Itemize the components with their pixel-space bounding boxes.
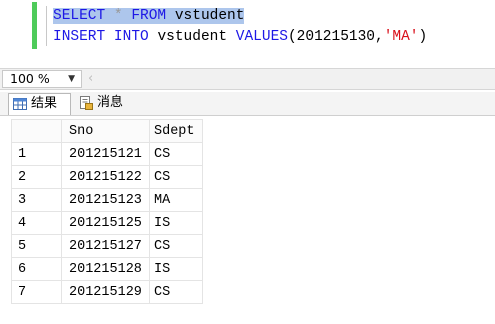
cell-sno[interactable]: 201215129: [61, 280, 150, 304]
keyword-from: FROM: [131, 8, 167, 24]
table-row: 1 201215121 CS: [11, 142, 203, 166]
chevron-down-icon[interactable]: ▼: [68, 71, 75, 87]
cell-sdept[interactable]: MA: [149, 188, 203, 212]
cell-sdept[interactable]: IS: [149, 257, 203, 281]
tab-results[interactable]: 结果: [8, 93, 71, 115]
table-row: 5 201215127 CS: [11, 234, 203, 258]
results-grid-pane: Sno Sdept 1 201215121 CS 2 201215122 CS …: [0, 116, 495, 324]
row-number[interactable]: 5: [11, 234, 62, 258]
column-header-sdept[interactable]: Sdept: [149, 119, 203, 143]
row-number[interactable]: 7: [11, 280, 62, 304]
close-paren: ): [418, 29, 428, 45]
grid-icon: [13, 98, 27, 110]
cell-sno[interactable]: 201215123: [61, 188, 150, 212]
zoom-dropdown[interactable]: 100 % ▼: [2, 70, 82, 88]
cell-sno[interactable]: 201215125: [61, 211, 150, 235]
result-tabs: 结果 消息: [0, 92, 495, 116]
editor-status-bar: 100 % ▼ ‹: [0, 68, 495, 90]
message-icon: [80, 96, 93, 110]
scroll-left-icon[interactable]: ‹: [88, 71, 93, 87]
table-name: vstudent: [174, 8, 245, 24]
query-editor[interactable]: SELECT * FROM vstudent INSERT INTO vstud…: [0, 0, 495, 68]
values-args: (201215130,: [287, 29, 384, 45]
keyword-select: SELECT: [53, 8, 106, 24]
string-literal: 'MA': [383, 29, 419, 45]
row-number-header[interactable]: [11, 119, 62, 143]
table-row: 2 201215122 CS: [11, 165, 203, 189]
tab-results-label: 结果: [31, 96, 58, 111]
code-line-1[interactable]: SELECT * FROM vstudent: [53, 6, 245, 26]
keyword-insert: INSERT: [53, 29, 106, 45]
table-row: 3 201215123 MA: [11, 188, 203, 212]
cell-sdept[interactable]: CS: [149, 165, 203, 189]
results-grid: Sno Sdept 1 201215121 CS 2 201215122 CS …: [11, 119, 203, 304]
grid-header-row: Sno Sdept: [11, 119, 203, 143]
table-name: vstudent: [157, 29, 228, 45]
row-number[interactable]: 4: [11, 211, 62, 235]
zoom-value: 100 %: [10, 71, 50, 86]
selected-text: SELECT * FROM vstudent: [53, 8, 245, 24]
outline-guide: [46, 6, 47, 46]
table-row: 4 201215125 IS: [11, 211, 203, 235]
cell-sdept[interactable]: IS: [149, 211, 203, 235]
change-marker: [32, 2, 37, 27]
keyword-values: VALUES: [235, 29, 288, 45]
cell-sno[interactable]: 201215122: [61, 165, 150, 189]
row-number[interactable]: 2: [11, 165, 62, 189]
table-row: 6 201215128 IS: [11, 257, 203, 281]
column-header-sno[interactable]: Sno: [61, 119, 150, 143]
table-row: 7 201215129 CS: [11, 280, 203, 304]
cell-sdept[interactable]: CS: [149, 234, 203, 258]
change-marker: [32, 27, 37, 49]
row-number[interactable]: 1: [11, 142, 62, 166]
cell-sno[interactable]: 201215128: [61, 257, 150, 281]
code-line-2[interactable]: INSERT INTO vstudent VALUES(201215130,'M…: [53, 27, 427, 47]
cell-sdept[interactable]: CS: [149, 280, 203, 304]
cell-sdept[interactable]: CS: [149, 142, 203, 166]
cell-sno[interactable]: 201215121: [61, 142, 150, 166]
star-operator: *: [113, 8, 123, 24]
row-number[interactable]: 6: [11, 257, 62, 281]
row-number[interactable]: 3: [11, 188, 62, 212]
keyword-into: INTO: [113, 29, 149, 45]
tab-messages-label: 消息: [97, 95, 124, 110]
tab-messages[interactable]: 消息: [75, 93, 133, 115]
cell-sno[interactable]: 201215127: [61, 234, 150, 258]
